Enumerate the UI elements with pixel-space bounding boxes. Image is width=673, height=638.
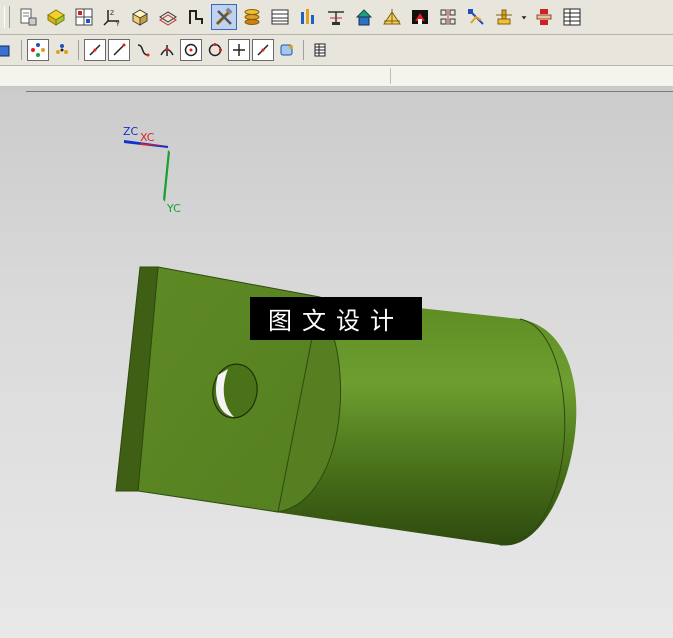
circle-center-icon[interactable] bbox=[180, 39, 202, 61]
spreadsheet-icon[interactable] bbox=[559, 4, 585, 30]
zc-label: ZC bbox=[123, 125, 139, 138]
snap-grid-icon[interactable] bbox=[51, 39, 73, 61]
analysis-icon[interactable] bbox=[463, 4, 489, 30]
circle-icon[interactable] bbox=[204, 39, 226, 61]
csys-icon[interactable]: ZY bbox=[99, 4, 125, 30]
intersection-icon[interactable] bbox=[156, 39, 178, 61]
view-icon[interactable] bbox=[276, 39, 298, 61]
dimension-icon[interactable] bbox=[323, 4, 349, 30]
layers-icon[interactable] bbox=[239, 4, 265, 30]
snap-toolbar bbox=[0, 35, 673, 66]
box-view-icon[interactable] bbox=[127, 4, 153, 30]
toolbar-grip[interactable] bbox=[4, 6, 10, 28]
tab-strip bbox=[0, 66, 673, 87]
tangent-icon[interactable] bbox=[252, 39, 274, 61]
house-icon[interactable] bbox=[351, 4, 377, 30]
main-toolbar: ZY bbox=[0, 0, 673, 35]
dropdown-arrow-icon[interactable] bbox=[519, 4, 529, 30]
yc-label: YC bbox=[167, 202, 181, 215]
tab-divider bbox=[390, 68, 391, 84]
toolbar-separator bbox=[303, 40, 304, 60]
sketch-icon[interactable] bbox=[183, 4, 209, 30]
wireframe-icon[interactable] bbox=[155, 4, 181, 30]
svg-text:Z: Z bbox=[110, 10, 114, 17]
grid-layout-icon[interactable] bbox=[71, 4, 97, 30]
bar-chart-icon[interactable] bbox=[295, 4, 321, 30]
table-icon[interactable] bbox=[267, 4, 293, 30]
curve-icon[interactable] bbox=[132, 39, 154, 61]
align-icon[interactable] bbox=[435, 4, 461, 30]
assembly-icon[interactable] bbox=[491, 4, 517, 30]
watermark-overlay: 图文设计 bbox=[250, 297, 422, 340]
toolbar-separator bbox=[78, 40, 79, 60]
plus-icon[interactable] bbox=[228, 39, 250, 61]
open-part-icon[interactable] bbox=[43, 4, 69, 30]
snap-points-icon[interactable] bbox=[27, 39, 49, 61]
svg-text:Y: Y bbox=[115, 21, 120, 27]
toolbar-separator bbox=[21, 40, 22, 60]
tools-icon[interactable] bbox=[211, 4, 237, 30]
line-icon[interactable] bbox=[84, 39, 106, 61]
spreadsheet-small-icon[interactable] bbox=[309, 39, 331, 61]
graphics-viewport[interactable]: ZC XC YC 图文设计 bbox=[0, 87, 673, 638]
flag-icon[interactable] bbox=[407, 4, 433, 30]
sync-icon[interactable] bbox=[531, 4, 557, 30]
xc-label: XC bbox=[140, 131, 155, 144]
document-properties-icon[interactable] bbox=[15, 4, 41, 30]
y-axis-arrow bbox=[163, 150, 170, 202]
line-boxed-icon[interactable] bbox=[108, 39, 130, 61]
viewport-border-line bbox=[26, 91, 673, 92]
cube-icon[interactable] bbox=[0, 39, 16, 61]
drafting-icon[interactable] bbox=[379, 4, 405, 30]
